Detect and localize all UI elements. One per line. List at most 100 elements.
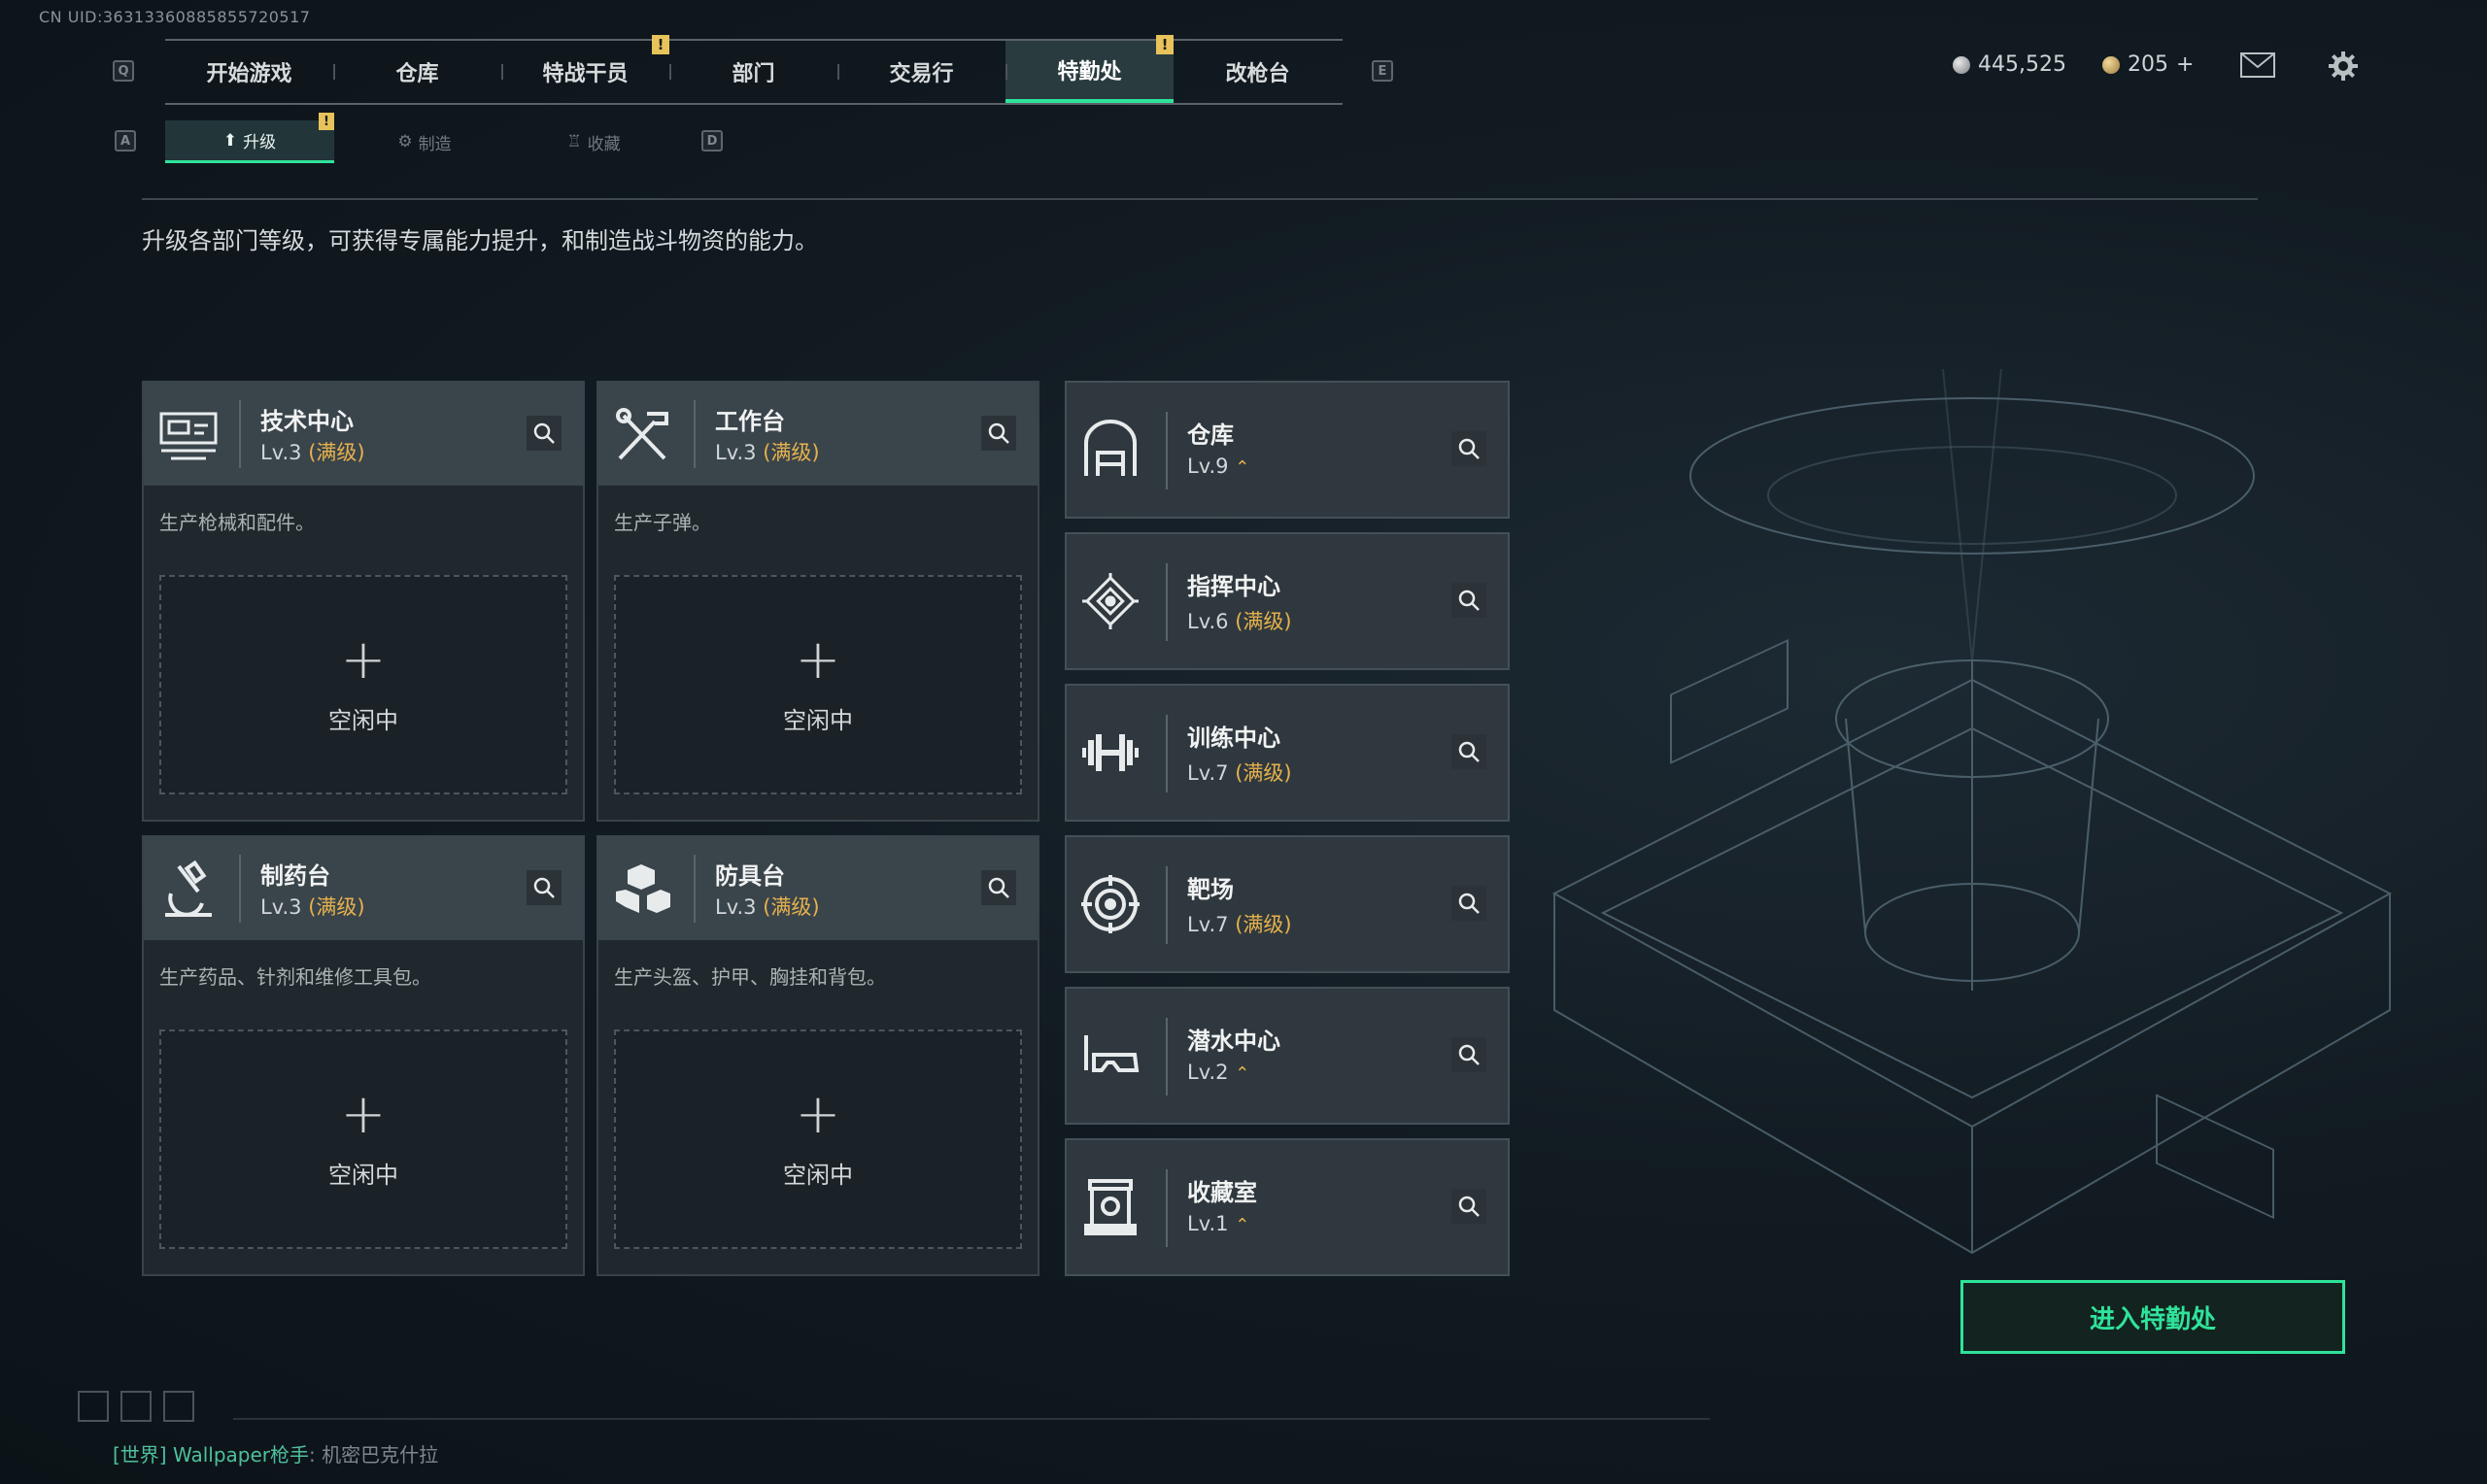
chat-icon[interactable]: [163, 1391, 194, 1422]
production-card-workbench[interactable]: 工作台 Lv.3 (满级) 生产子弹。 + 空闲中: [596, 381, 1039, 822]
search-icon[interactable]: [1451, 886, 1486, 921]
subtab-collection[interactable]: ♖ 收藏: [509, 120, 678, 163]
maxed-label: (满级): [763, 441, 820, 464]
facility-card-shooting-range[interactable]: 靶场 Lv.7 (满级): [1065, 835, 1510, 973]
subtab-upgrade[interactable]: ⬆ 升级 !: [165, 113, 334, 163]
facility-card-collection-room[interactable]: 收藏室 Lv.1 ⌃: [1065, 1138, 1510, 1276]
level-value: Lv.7: [1187, 913, 1229, 936]
level-value: Lv.3: [715, 441, 757, 464]
search-icon[interactable]: [1451, 583, 1486, 618]
level-value: Lv.9: [1187, 455, 1229, 478]
uid-label: CN UID:3631336088585572051​7: [39, 8, 311, 26]
card-level: Lv.3 (满级): [715, 892, 820, 921]
level-value: Lv.2: [1187, 1061, 1229, 1084]
card-level: Lv.3 (满级): [260, 892, 365, 921]
idle-slot[interactable]: + 空闲中: [159, 1029, 567, 1249]
nav-prev-key[interactable]: Q: [113, 60, 134, 82]
enter-special-ops-button[interactable]: 进入特勤处: [1960, 1280, 2345, 1354]
gear-icon: ⚙: [397, 132, 413, 152]
separator: [1166, 715, 1168, 793]
tab-trade[interactable]: 交易行: [837, 41, 1005, 103]
base-illustration: [1516, 350, 2429, 1282]
subtab-label: 升级: [243, 133, 277, 152]
maxed-label: (满级): [1235, 761, 1292, 785]
tab-label: 交易行: [889, 62, 954, 86]
slot-status: 空闲中: [783, 707, 853, 734]
subtab-prev-key[interactable]: A: [115, 130, 136, 152]
plus-icon: +: [340, 1083, 387, 1146]
card-level: Lv.9 ⌃: [1187, 455, 1249, 478]
subtab-label: 制造: [418, 134, 452, 154]
search-icon[interactable]: [1451, 1189, 1486, 1224]
search-icon[interactable]: [1451, 431, 1486, 466]
search-icon[interactable]: [527, 870, 562, 905]
level-value: Lv.7: [1187, 761, 1229, 785]
chat-icon[interactable]: [78, 1391, 109, 1422]
production-card-pharmacy[interactable]: 制药台 Lv.3 (满级) 生产药品、针剂和维修工具包。 + 空闲中: [142, 835, 585, 1276]
card-level: Lv.6 (满级): [1187, 606, 1292, 635]
silver-amount: 445,525: [1978, 52, 2066, 77]
maxed-label: (满级): [308, 441, 365, 464]
production-card-tech-center[interactable]: 技术中心 Lv.3 (满级) 生产枪械和配件。 + 空闲中: [142, 381, 585, 822]
tab-start-game[interactable]: 开始游戏: [165, 41, 333, 103]
idle-slot[interactable]: + 空闲中: [159, 575, 567, 794]
tab-gunsmith[interactable]: 改枪台: [1174, 41, 1342, 103]
slot-status: 空闲中: [328, 1162, 398, 1189]
chat-message[interactable]: [世界] Wallpaper枪手: 机密巴克什拉: [113, 1439, 438, 1467]
alert-badge: !: [319, 113, 334, 130]
maxed-label: (满级): [1235, 610, 1292, 633]
chat-icon[interactable]: [120, 1391, 152, 1422]
chat-text: 机密巴克什拉: [322, 1443, 439, 1467]
separator: [239, 400, 241, 468]
card-level: Lv.3 (满级): [260, 437, 365, 466]
subtab-next-key[interactable]: D: [701, 130, 723, 152]
tab-warehouse[interactable]: 仓库: [333, 41, 501, 103]
collection-icon: [1080, 1177, 1141, 1237]
chat-user: Wallpaper枪手: [172, 1443, 310, 1467]
separator: [1166, 1169, 1168, 1247]
card-title: 工作台: [715, 408, 785, 435]
facility-card-training[interactable]: 训练中心 Lv.7 (满级): [1065, 684, 1510, 822]
tab-label: 改枪台: [1225, 62, 1290, 86]
search-icon[interactable]: [1451, 1037, 1486, 1072]
plus-icon: +: [795, 628, 841, 691]
search-icon[interactable]: [527, 416, 562, 451]
card-title: 指挥中心: [1187, 573, 1280, 600]
tab-department[interactable]: 部门: [669, 41, 837, 103]
trophy-icon: ♖: [566, 132, 582, 152]
card-title: 防具台: [715, 862, 785, 890]
alert-badge: !: [1156, 35, 1174, 54]
computer-icon: [157, 406, 220, 464]
gold-currency[interactable]: 205 +: [2102, 52, 2194, 77]
tab-label: 特勤处: [1057, 60, 1122, 84]
silver-coin-icon: [1953, 55, 1970, 74]
card-title: 靶场: [1187, 876, 1234, 903]
level-value: Lv.3: [260, 441, 302, 464]
slot-status: 空闲中: [328, 707, 398, 734]
tab-special-ops[interactable]: 特勤处 !: [1005, 35, 1174, 103]
search-icon[interactable]: [981, 870, 1016, 905]
gold-amount: 205: [2128, 52, 2168, 77]
subtab-craft[interactable]: ⚙ 制造: [340, 120, 509, 163]
facility-card-diving[interactable]: 潜水中心 Lv.2 ⌃: [1065, 987, 1510, 1125]
facility-card-warehouse[interactable]: 仓库 Lv.9 ⌃: [1065, 381, 1510, 519]
card-level: Lv.7 (满级): [1187, 909, 1292, 938]
add-currency-button[interactable]: +: [2176, 52, 2194, 77]
separator: [1166, 412, 1168, 489]
idle-slot[interactable]: + 空闲中: [614, 575, 1022, 794]
separator: [1166, 1018, 1168, 1096]
search-icon[interactable]: [981, 416, 1016, 451]
nav-next-key[interactable]: E: [1372, 60, 1393, 82]
plus-icon: +: [795, 1083, 841, 1146]
facility-card-command[interactable]: 指挥中心 Lv.6 (满级): [1065, 532, 1510, 670]
production-card-armor[interactable]: 防具台 Lv.3 (满级) 生产头盔、护甲、胸挂和背包。 + 空闲中: [596, 835, 1039, 1276]
tab-operators[interactable]: 特战干员 !: [501, 35, 669, 103]
gear-icon[interactable]: [2328, 51, 2359, 85]
tab-label: 开始游戏: [206, 62, 292, 86]
dumbbell-icon: [1080, 723, 1141, 783]
search-icon[interactable]: [1451, 734, 1486, 769]
mail-icon[interactable]: [2240, 52, 2275, 82]
card-description: 生产子弹。: [614, 511, 711, 534]
idle-slot[interactable]: + 空闲中: [614, 1029, 1022, 1249]
card-title: 收藏室: [1187, 1179, 1257, 1206]
